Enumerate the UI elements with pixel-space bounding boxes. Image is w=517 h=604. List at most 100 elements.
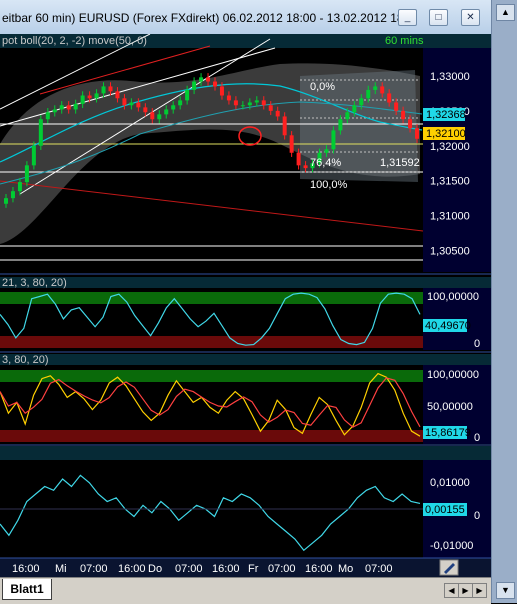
candle-body: [185, 89, 190, 101]
oversold-zone-2: [0, 430, 423, 442]
fib-label-76: 76,4%: [310, 157, 341, 169]
candle-body: [164, 109, 169, 115]
ind1-tick-100: 100,00000: [427, 291, 479, 303]
candle-body: [324, 149, 329, 153]
nav-end-icon[interactable]: ▶: [472, 583, 487, 598]
ind3-value-text: 0,00155: [425, 504, 465, 516]
overbought-zone-1: [0, 292, 423, 304]
indicator1-label: 21, 3, 80, 20): [2, 277, 67, 289]
candle-body: [359, 98, 364, 106]
candle-body: [268, 105, 273, 111]
oversold-zone-1: [0, 336, 423, 348]
fib-label-price: 1,31592: [380, 157, 420, 169]
time-axis: [0, 558, 491, 577]
time-label-0: 16:00: [12, 563, 40, 575]
candle-body: [254, 100, 259, 103]
candle-body: [59, 105, 64, 110]
candle-body: [150, 112, 155, 120]
ind2-tick-100: 100,00000: [427, 369, 479, 381]
candle-body: [143, 107, 148, 113]
price-tick-3: 1,31500: [430, 176, 470, 188]
time-label-2: 07:00: [80, 563, 108, 575]
candle-body: [199, 77, 204, 82]
indicator3-panel: [0, 446, 491, 558]
nav-left-icon[interactable]: ◀: [444, 583, 459, 598]
ind3-tick-pos: 0,01000: [430, 477, 470, 489]
indicator2-label: 3, 80, 20): [2, 354, 48, 366]
close-button[interactable]: ✕: [461, 9, 480, 26]
candle-body: [122, 98, 127, 106]
sheet-tab-blatt1[interactable]: Blatt1: [2, 579, 52, 600]
ind3-tick-neg: -0,01000: [430, 540, 473, 552]
time-label-7: Fr: [248, 563, 259, 575]
price-tick-2: 1,32000: [430, 141, 470, 153]
scroll-up-arrow-icon[interactable]: ▲: [496, 4, 515, 21]
candle-body: [226, 95, 231, 101]
candle-body: [247, 102, 252, 106]
candle-body: [136, 102, 141, 108]
candle-body: [366, 89, 371, 99]
candle-body: [387, 93, 392, 103]
candle-body: [4, 198, 8, 204]
candle-body: [45, 112, 50, 120]
timeframe-label: 60 mins: [385, 35, 424, 47]
candle-body: [289, 135, 294, 153]
candle-body: [219, 86, 224, 96]
time-label-8: 07:00: [268, 563, 296, 575]
maximize-button[interactable]: □: [429, 9, 448, 26]
candle-body: [275, 110, 280, 117]
candle-body: [24, 165, 29, 183]
time-label-1: Mi: [55, 563, 67, 575]
scroll-down-arrow-icon[interactable]: ▼: [496, 582, 515, 599]
candle-body: [80, 95, 85, 104]
time-label-10: Mo: [338, 563, 353, 575]
candle-body: [352, 105, 357, 113]
candle-body: [115, 91, 120, 99]
candle-body: [240, 105, 245, 107]
candle-body: [157, 114, 162, 120]
candle-body: [338, 119, 343, 131]
candle-body: [415, 128, 420, 139]
candle-body: [213, 81, 217, 87]
candle-body: [38, 119, 43, 146]
time-label-4: Do: [148, 563, 162, 575]
price-tick-0: 1,33000: [430, 71, 470, 83]
ind3-tick-zero: 0: [474, 510, 480, 522]
price-marker-2-text: 1,32100: [426, 128, 466, 140]
candle-body: [94, 93, 99, 99]
candle-body: [129, 102, 134, 106]
candle-body: [401, 110, 406, 120]
ind2-tick-0: 0: [474, 432, 480, 444]
time-label-5: 07:00: [175, 563, 203, 575]
candle-body: [345, 112, 350, 120]
fib-label-100: 100,0%: [310, 179, 348, 191]
main-indicator-label: pot boll(20, 2, -2) move(50, 0): [2, 35, 147, 47]
time-label-6: 16:00: [212, 563, 240, 575]
right-scroll-strip[interactable]: ▲ ▼: [491, 0, 517, 603]
candle-body: [192, 81, 197, 90]
window-title: eitbar 60 min) EURUSD (Forex FXdirekt) 0…: [2, 11, 414, 25]
price-tick-4: 1,31000: [430, 211, 470, 223]
candle-body: [31, 145, 36, 166]
price-tick-5: 1,30500: [430, 246, 470, 258]
chart-area[interactable]: pot boll(20, 2, -2) move(50, 0) 60 mins …: [0, 33, 491, 577]
nav-right-icon[interactable]: ▶: [458, 583, 473, 598]
candle-body: [296, 152, 301, 166]
price-marker-1-text: 1,32368: [426, 109, 466, 121]
candle-body: [331, 130, 336, 150]
candle-body: [108, 86, 113, 92]
candle-body: [303, 165, 308, 169]
candle-body: [10, 191, 15, 199]
window-titlebar: eitbar 60 min) EURUSD (Forex FXdirekt) 0…: [0, 0, 517, 35]
overbought-zone-2: [0, 370, 423, 382]
candle-body: [87, 95, 92, 99]
candle-body: [380, 86, 385, 94]
candle-body: [394, 102, 399, 111]
ind1-value-text: 40,49670: [425, 320, 471, 332]
fib-label-0: 0,0%: [310, 81, 335, 93]
minimize-button[interactable]: _: [398, 9, 417, 26]
candle-body: [373, 86, 378, 90]
candle-body: [233, 100, 238, 106]
candle-body: [66, 105, 71, 110]
time-label-3: 16:00: [118, 563, 146, 575]
